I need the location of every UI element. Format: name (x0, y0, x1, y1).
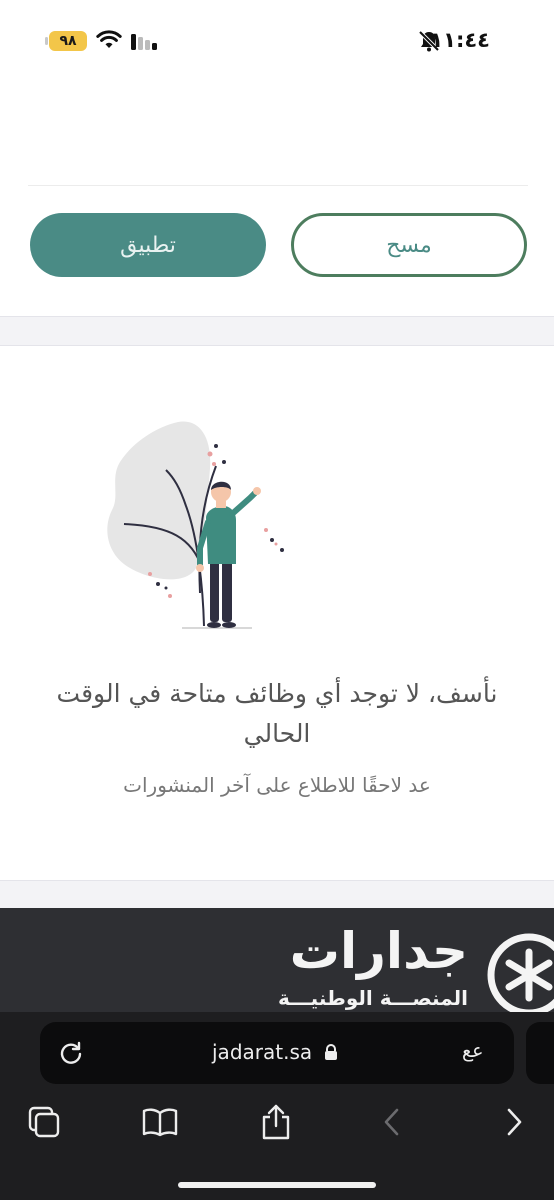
brand-name: جدارات (289, 922, 468, 980)
battery-nub (45, 37, 48, 45)
section-separator (0, 880, 554, 910)
empty-state-subtitle: عد لاحقًا للاطلاع على آخر المنشورات (123, 773, 431, 797)
empty-state-illustration (107, 421, 284, 629)
forward-button[interactable] (494, 1102, 534, 1142)
url-text[interactable]: jadarat.sa (212, 1040, 312, 1064)
empty-state-title: نأسف، لا توجد أي وظائف متاحة في الوقت ال… (56, 679, 498, 748)
tabs-button[interactable] (24, 1102, 64, 1142)
section-separator (0, 316, 554, 346)
back-icon (384, 1108, 399, 1136)
apply-button[interactable]: تطبيق (30, 213, 266, 277)
tabs-icon (28, 1106, 60, 1138)
wifi-icon (96, 30, 122, 48)
forward-icon (507, 1108, 522, 1136)
lock-icon (325, 1044, 337, 1060)
divider (28, 185, 528, 186)
clear-button[interactable]: مسح (291, 213, 527, 277)
status-time: ١١:٤٤ (430, 28, 490, 52)
brand-logo-icon (487, 933, 554, 1017)
back-button[interactable] (372, 1102, 412, 1142)
site-footer: جدارات المنصـــة الوطنيـــة (0, 908, 554, 1018)
signal-icon (131, 34, 157, 50)
bookmarks-button[interactable] (140, 1102, 180, 1142)
share-icon (262, 1104, 290, 1140)
status-bar: ٩٨ ١١:٤٤ (0, 0, 554, 80)
bookmarks-icon (142, 1108, 178, 1137)
share-button[interactable] (256, 1102, 296, 1142)
brand-subtitle: المنصـــة الوطنيـــة (278, 986, 468, 1010)
text-size-button[interactable]: عع (462, 1040, 483, 1062)
screen: ٩٨ ١١:٤٤ تطبيق مسح نأسف، لا توجد أي وظائ… (0, 0, 554, 1200)
battery-indicator: ٩٨ (49, 31, 87, 51)
next-tab-preview[interactable] (526, 1022, 554, 1084)
home-indicator (178, 1182, 376, 1188)
reload-icon[interactable] (58, 1040, 84, 1066)
